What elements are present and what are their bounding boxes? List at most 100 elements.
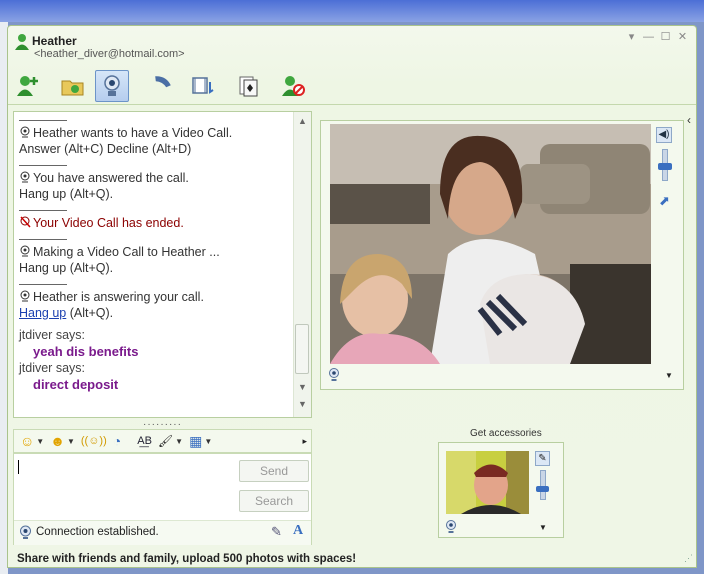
- contact-email: <heather_diver@hotmail.com>: [34, 48, 185, 60]
- chat-scrollbar[interactable]: ▲ ▼ ▼: [293, 112, 311, 417]
- sender-label: jtdiver says:: [19, 361, 85, 375]
- webcam-icon: [104, 75, 120, 96]
- desktop-top-strip: [0, 0, 704, 22]
- webcam-settings-icon[interactable]: [328, 368, 340, 382]
- system-message: Heather wants to have a Video Call.: [19, 125, 294, 141]
- connection-webcam-icon: [20, 525, 31, 539]
- remote-video-image: [330, 124, 651, 364]
- text-mode-icon[interactable]: A: [293, 523, 303, 539]
- message-separator: [19, 284, 67, 285]
- self-video-panel: ✎ ▼: [438, 442, 564, 538]
- handwriting-icon[interactable]: ✎: [271, 524, 282, 540]
- call-actions[interactable]: Answer (Alt+C) Decline (Alt+D): [19, 141, 294, 157]
- self-video-pen-icon[interactable]: ✎: [535, 451, 550, 466]
- send-files-icon: [61, 80, 84, 96]
- menu-icon[interactable]: ▾: [626, 32, 637, 43]
- invite-contact-icon: [17, 76, 38, 96]
- contact-name: Heather: [32, 34, 77, 48]
- maximize-icon[interactable]: ☐: [660, 32, 671, 43]
- volume-icon[interactable]: ◀): [656, 127, 672, 143]
- webcam-small-icon: [20, 171, 30, 183]
- self-webcam-icon[interactable]: [445, 520, 457, 534]
- system-message: You have answered the call.: [19, 170, 294, 186]
- remote-video: [330, 124, 651, 364]
- system-message: Heather is answering your call.: [19, 289, 294, 305]
- status-bar: Connection established. ✎ A: [14, 520, 311, 545]
- background-icon: 🖌: [157, 434, 174, 448]
- self-video-dropdown-icon[interactable]: ▼: [539, 523, 547, 532]
- self-video-image: [446, 451, 529, 514]
- call-ended-message: Your Video Call has ended.: [19, 215, 294, 231]
- scroll-down-icon[interactable]: ▼: [298, 382, 307, 392]
- webcam-ended-icon: [20, 216, 31, 228]
- wink-button[interactable]: ☻ ▼: [50, 433, 75, 449]
- chat-history[interactable]: Heather wants to have a Video Call. Answ…: [13, 111, 312, 418]
- remote-video-panel: ◀) ⬈ ▼: [320, 120, 684, 390]
- voice-clip-icon: ◔: [112, 433, 122, 449]
- invite-button[interactable]: [11, 70, 45, 102]
- send-files-button[interactable]: [56, 70, 90, 102]
- nudge-button[interactable]: ((☺)): [81, 435, 107, 447]
- self-video: [446, 451, 529, 514]
- buddy-status-icon: [15, 34, 29, 50]
- block-contact-icon: [282, 76, 305, 96]
- games-button[interactable]: [231, 70, 265, 102]
- get-accessories-link[interactable]: Get accessories: [470, 428, 542, 439]
- text-caret: [18, 460, 19, 474]
- conversation-toolbar: [8, 68, 696, 105]
- emoticon-icon: ☺: [20, 433, 35, 449]
- wink-icon: ☻: [50, 433, 65, 449]
- message-input[interactable]: [14, 454, 227, 520]
- spaces-banner[interactable]: Share with friends and family, upload 50…: [17, 553, 356, 565]
- side-panel-toggle[interactable]: ‹: [687, 113, 691, 127]
- hang-up-row: Hang up (Alt+Q).: [19, 306, 114, 320]
- scroll-up-icon[interactable]: ▲: [298, 116, 307, 126]
- scroll-thumb[interactable]: [295, 324, 309, 374]
- emoticon-button[interactable]: ☺ ▼: [20, 433, 44, 449]
- minimize-icon[interactable]: —: [643, 32, 654, 43]
- message-separator: [19, 210, 67, 211]
- video-clip-icon: [192, 77, 214, 94]
- webcam-button[interactable]: [95, 70, 129, 102]
- more-button[interactable]: ▦ ▼: [189, 433, 212, 450]
- message-separator: [19, 239, 67, 240]
- connection-status: Connection established.: [36, 526, 159, 538]
- overflow-arrow-icon[interactable]: ▸: [302, 436, 307, 447]
- conversation-window: Heather <heather_diver@hotmail.com> ▾ — …: [7, 25, 697, 568]
- hang-up-text: Hang up (Alt+Q).: [19, 261, 114, 275]
- self-volume-knob[interactable]: [536, 486, 549, 492]
- font-icon: A͟B: [137, 435, 152, 447]
- volume-slider-knob[interactable]: [658, 163, 672, 170]
- chat-message: yeah dis benefits: [33, 344, 139, 359]
- hang-up-link[interactable]: Hang up: [19, 306, 66, 320]
- compose-area: Send Search Connection established. ✎ A: [13, 453, 312, 545]
- chat-message: direct deposit: [33, 377, 119, 392]
- block-button[interactable]: [276, 70, 310, 102]
- close-icon[interactable]: ✕: [677, 32, 688, 43]
- send-button[interactable]: Send: [239, 460, 309, 482]
- font-button[interactable]: A͟B: [137, 435, 152, 447]
- voice-clip-button[interactable]: ◔: [113, 433, 121, 449]
- hang-up-text: Hang up (Alt+Q).: [19, 187, 114, 201]
- system-message: Making a Video Call to Heather ...: [19, 244, 294, 260]
- webcam-small-icon: [20, 290, 30, 302]
- call-button[interactable]: [143, 70, 177, 102]
- chat-content: Heather wants to have a Video Call. Answ…: [19, 112, 294, 393]
- search-button[interactable]: Search: [239, 490, 309, 512]
- message-separator: [19, 120, 67, 121]
- video-options-dropdown-icon[interactable]: ▼: [665, 371, 673, 380]
- message-separator: [19, 165, 67, 166]
- phone-call-icon: [155, 76, 171, 88]
- nudge-icon: ((☺)): [80, 435, 107, 447]
- self-volume-slider[interactable]: [540, 470, 546, 500]
- window-resize-grip[interactable]: ⋰: [684, 553, 693, 564]
- sender-label: jtdiver says:: [19, 328, 85, 342]
- webcam-small-icon: [20, 126, 30, 138]
- popout-video-icon[interactable]: ⬈: [659, 193, 670, 209]
- window-controls: ▾ — ☐ ✕: [626, 32, 688, 43]
- video-clip-button[interactable]: [186, 70, 220, 102]
- more-icon: ▦: [189, 432, 203, 449]
- scroll-end-icon[interactable]: ▼: [298, 399, 307, 409]
- background-button[interactable]: 🖌 ▼: [158, 434, 183, 448]
- format-toolbar: ☺ ▼ ☻ ▼ ((☺)) ◔ A͟B 🖌 ▼ ▦ ▼ ▸: [13, 429, 312, 453]
